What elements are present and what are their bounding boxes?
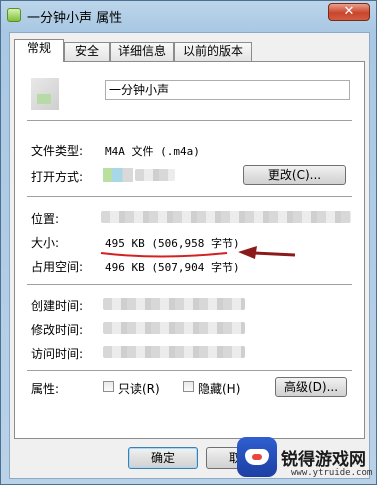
close-icon: ✕ (343, 4, 355, 19)
modified-value (103, 322, 245, 334)
ok-button[interactable]: 确定 (128, 447, 198, 469)
advanced-button[interactable]: 高级(D)... (275, 377, 347, 397)
watermark-title: 锐得游戏网 (281, 450, 366, 470)
location-value (101, 211, 351, 223)
created-label: 创建时间: (31, 299, 84, 313)
window-title: 一分钟小声 属性 (27, 11, 123, 26)
file-type-value: M4A 文件 (.m4a) (105, 145, 200, 158)
media-file-icon (7, 8, 21, 22)
gamepad-logo-icon (237, 437, 277, 477)
tab-previous-versions[interactable]: 以前的版本 (174, 42, 252, 61)
checkbox-box[interactable] (183, 381, 194, 392)
tab-security[interactable]: 安全 (64, 42, 110, 61)
file-type-label: 文件类型: (31, 144, 84, 158)
app-icon (103, 168, 133, 182)
general-tab-panel: 一分钟小声 文件类型: M4A 文件 (.m4a) 打开方式: 更改(C)...… (14, 61, 365, 439)
location-label: 位置: (31, 212, 60, 226)
divider (27, 284, 352, 285)
accessed-value (103, 346, 245, 358)
arrow-head-icon (238, 246, 257, 259)
accessed-label: 访问时间: (31, 347, 84, 361)
divider (27, 120, 352, 121)
size-on-disk-value: 496 KB (507,904 字节) (105, 261, 240, 274)
readonly-label: 只读(R) (118, 382, 160, 396)
tab-general[interactable]: 常规 (14, 39, 64, 62)
size-label: 大小: (31, 236, 60, 250)
red-underline-annotation (100, 252, 228, 258)
dialog-body: 常规 安全 详细信息 以前的版本 一分钟小声 文件类型: M4A 文件 (.m4… (9, 32, 370, 479)
modified-label: 修改时间: (31, 323, 84, 337)
tab-details[interactable]: 详细信息 (110, 42, 174, 61)
divider (27, 370, 352, 371)
created-value (103, 298, 245, 310)
checkbox-box[interactable] (103, 381, 114, 392)
filename-field[interactable]: 一分钟小声 (105, 80, 350, 100)
watermark: 锐得游戏网 www.ytruide.com (237, 437, 375, 483)
open-with-label: 打开方式: (31, 170, 84, 184)
file-type-icon (31, 78, 59, 110)
close-button[interactable]: ✕ (328, 3, 370, 21)
hidden-label: 隐藏(H) (198, 382, 241, 396)
attributes-label: 属性: (31, 382, 60, 396)
size-on-disk-label: 占用空间: (31, 260, 84, 274)
title-bar[interactable]: 一分钟小声 属性 ✕ (1, 1, 376, 29)
properties-window: 一分钟小声 属性 ✕ 常规 安全 详细信息 以前的版本 一分钟小声 文件类型: … (0, 0, 377, 485)
watermark-url: www.ytruide.com (291, 468, 373, 478)
arrow-shaft (252, 251, 296, 257)
divider (27, 196, 352, 197)
change-button[interactable]: 更改(C)... (243, 165, 346, 185)
open-with-app-name (135, 169, 175, 181)
